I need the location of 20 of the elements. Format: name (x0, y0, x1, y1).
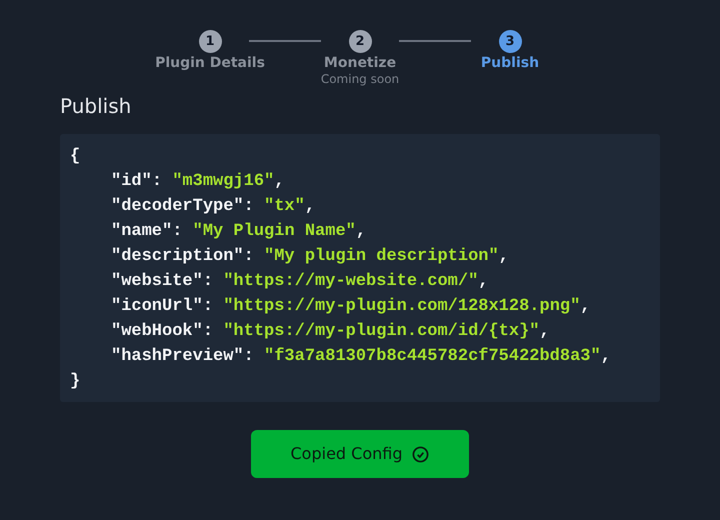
step-number: 2 (348, 30, 372, 53)
step-sublabel: Coming soon (320, 72, 400, 86)
code-line: "website": "https://my-website.com/", (111, 271, 488, 293)
step-number: 1 (198, 30, 222, 53)
step-label: Monetize (324, 54, 396, 72)
code-brace: } (70, 371, 80, 393)
code-line: "webHook": "https://my-plugin.com/id/{tx}", (111, 321, 550, 343)
step-label: Publish (480, 54, 540, 72)
code-line: "name": "My Plugin Name", (111, 221, 366, 243)
check-circle-icon (412, 446, 430, 462)
code-line: "description": "My plugin description", (111, 246, 509, 268)
code-line: "hashPreview": "f3a7a81307b8c445782cf75422bd8a3", (111, 346, 611, 368)
step-number: 3 (498, 30, 522, 53)
code-line: "decoderType": "tx", (111, 196, 316, 218)
code-line: "iconUrl": "https://my-plugin.com/128x128.png", (111, 296, 590, 318)
code-line: "id": "m3mwgj16", (111, 171, 284, 193)
step-label: Plugin Details (155, 54, 265, 72)
code-brace: { (70, 146, 80, 168)
copy-config-button[interactable]: Copied Config (251, 430, 469, 478)
section-heading: Publish (60, 93, 132, 120)
